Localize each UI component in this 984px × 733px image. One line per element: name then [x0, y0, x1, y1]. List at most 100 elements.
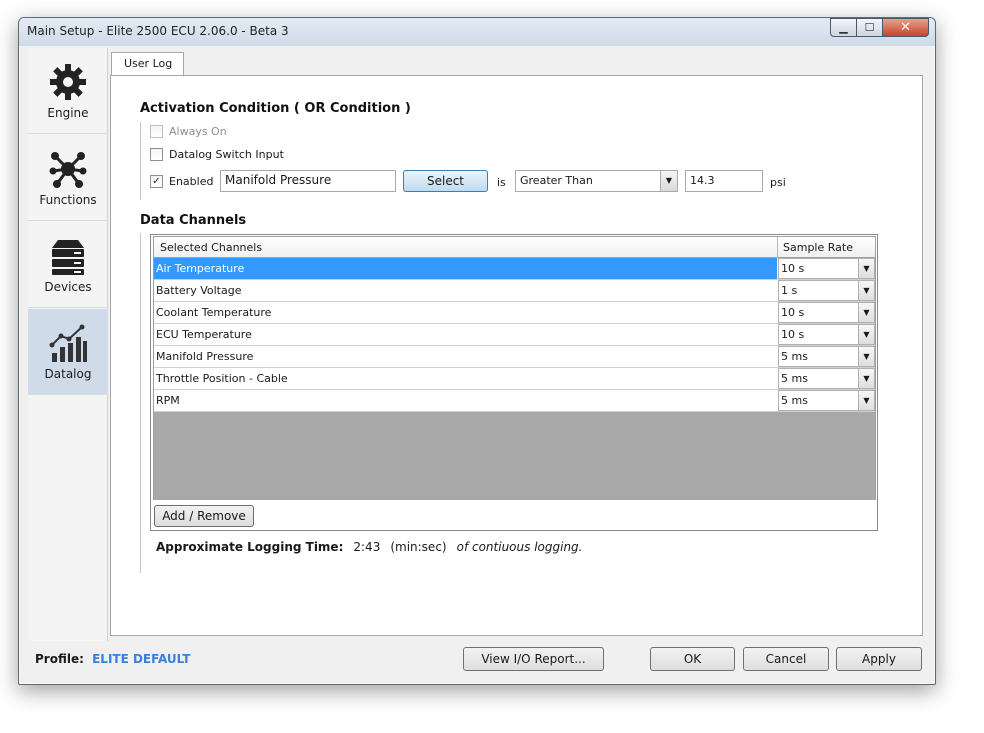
sample-rate-value: 10 s — [781, 262, 805, 275]
apply-button[interactable]: Apply — [836, 647, 922, 671]
sample-rate-value: 5 ms — [781, 394, 808, 407]
channel-name: Coolant Temperature — [156, 306, 272, 319]
channel-name: Throttle Position - Cable — [156, 372, 288, 385]
sidebar-item-label: Datalog — [44, 367, 92, 381]
channel-name: RPM — [156, 394, 180, 407]
unit-label: psi — [770, 176, 786, 189]
profile-label: Profile: — [35, 652, 84, 666]
sample-rate-select[interactable]: 10 s ▼ — [778, 258, 875, 279]
sample-rate-select[interactable]: 5 ms ▼ — [778, 390, 875, 411]
always-on-checkbox[interactable] — [150, 125, 163, 138]
sample-rate-select[interactable]: 1 s ▼ — [778, 280, 875, 301]
data-channels-title: Data Channels — [140, 213, 247, 228]
window-controls: ▁ ☐ ✕ — [830, 18, 929, 37]
sample-rate-value: 10 s — [781, 306, 805, 319]
logging-time-label: Approximate Logging Time: — [156, 540, 344, 554]
threshold-field[interactable]: 14.3 — [685, 170, 763, 192]
tab-user-log[interactable]: User Log — [111, 52, 184, 76]
sample-rate-value: 10 s — [781, 328, 805, 341]
switch-input-row: Datalog Switch Input — [150, 148, 284, 161]
chevron-down-icon: ▼ — [858, 347, 874, 366]
table-row[interactable]: Throttle Position - Cable 5 ms ▼ — [154, 368, 875, 390]
activation-title: Activation Condition ( OR Condition ) — [140, 101, 411, 116]
sample-rate-value: 1 s — [781, 284, 798, 297]
always-on-label: Always On — [169, 125, 227, 138]
logging-time-value: 2:43 — [353, 540, 381, 554]
ok-button[interactable]: OK — [650, 647, 735, 671]
enabled-label: Enabled — [169, 175, 214, 188]
switch-input-checkbox[interactable] — [150, 148, 163, 161]
channel-name: ECU Temperature — [156, 328, 252, 341]
always-on-row: Always On — [150, 125, 227, 138]
title-bar[interactable]: Main Setup - Elite 2500 ECU 2.06.0 - Bet… — [19, 18, 935, 46]
minimize-icon: ▁ — [839, 21, 848, 34]
main-setup-window: Main Setup - Elite 2500 ECU 2.06.0 - Bet… — [18, 17, 936, 685]
enabled-checkbox[interactable]: ✓ — [150, 175, 163, 188]
channel-name: Battery Voltage — [156, 284, 242, 297]
sidebar-item-label: Functions — [39, 193, 97, 207]
network-icon — [49, 152, 87, 188]
view-io-report-button[interactable]: View I/O Report... — [463, 647, 604, 671]
sidebar-item-label: Engine — [47, 106, 89, 120]
profile: Profile: ELITE DEFAULT — [35, 652, 190, 666]
table-row[interactable]: Air Temperature 10 s ▼ — [154, 258, 875, 280]
channel-name: Manifold Pressure — [156, 350, 254, 363]
chevron-down-icon: ▼ — [858, 369, 874, 388]
sample-rate-select[interactable]: 10 s ▼ — [778, 302, 875, 323]
close-button[interactable]: ✕ — [883, 18, 929, 37]
chevron-down-icon: ▼ — [858, 303, 874, 322]
channel-field[interactable]: Manifold Pressure — [220, 170, 396, 192]
column-header-channels[interactable]: Selected Channels — [160, 241, 262, 254]
table-row[interactable]: Battery Voltage 1 s ▼ — [154, 280, 875, 302]
sidebar-item-devices[interactable]: Devices — [28, 222, 108, 308]
column-separator[interactable] — [777, 237, 778, 258]
maximize-icon: ☐ — [864, 21, 875, 34]
is-label: is — [497, 176, 506, 189]
sidebar-item-functions[interactable]: Functions — [28, 135, 108, 221]
chevron-down-icon: ▼ — [858, 325, 874, 344]
switch-input-label: Datalog Switch Input — [169, 148, 284, 161]
enabled-row: ✓ Enabled — [150, 175, 213, 188]
table-row[interactable]: Manifold Pressure 5 ms ▼ — [154, 346, 875, 368]
logging-time-note: of contiuous logging. — [456, 540, 583, 554]
chevron-down-icon: ▼ — [858, 259, 874, 278]
minimize-button[interactable]: ▁ — [830, 18, 857, 37]
sample-rate-value: 5 ms — [781, 350, 808, 363]
operator-select[interactable]: Greater Than ▼ — [515, 170, 678, 192]
add-remove-button[interactable]: Add / Remove — [154, 505, 254, 527]
sidebar: Engine Functions Devices Datalog — [28, 48, 108, 641]
cancel-button[interactable]: Cancel — [743, 647, 829, 671]
table-row[interactable]: ECU Temperature 10 s ▼ — [154, 324, 875, 346]
select-channel-button[interactable]: Select — [403, 170, 488, 192]
data-channels-divider — [140, 233, 141, 573]
activation-divider — [140, 122, 141, 200]
table-header: Selected Channels Sample Rate — [154, 237, 875, 258]
maximize-button[interactable]: ☐ — [857, 18, 883, 37]
window-title: Main Setup - Elite 2500 ECU 2.06.0 - Bet… — [27, 24, 289, 38]
sample-rate-select[interactable]: 10 s ▼ — [778, 324, 875, 345]
channel-name: Air Temperature — [154, 258, 777, 279]
operator-value: Greater Than — [520, 174, 593, 187]
gear-icon — [50, 64, 86, 100]
logging-time: Approximate Logging Time: 2:43 (min:sec)… — [156, 540, 582, 554]
column-header-rate[interactable]: Sample Rate — [783, 241, 853, 254]
sample-rate-value: 5 ms — [781, 372, 808, 385]
table-row[interactable]: RPM 5 ms ▼ — [154, 390, 875, 412]
sidebar-item-datalog[interactable]: Datalog — [28, 309, 108, 395]
channels-table: Selected Channels Sample Rate Air Temper… — [153, 236, 876, 500]
chevron-down-icon: ▼ — [858, 391, 874, 410]
profile-value[interactable]: ELITE DEFAULT — [92, 652, 190, 666]
chevron-down-icon: ▼ — [660, 171, 677, 191]
chevron-down-icon: ▼ — [858, 281, 874, 300]
table-row[interactable]: Coolant Temperature 10 s ▼ — [154, 302, 875, 324]
sidebar-item-engine[interactable]: Engine — [28, 48, 108, 134]
sample-rate-select[interactable]: 5 ms ▼ — [778, 368, 875, 389]
sidebar-item-label: Devices — [44, 280, 92, 294]
table-rows: Air Temperature 10 s ▼ Battery Voltage 1 … — [154, 258, 875, 412]
chart-icon — [49, 324, 87, 362]
logging-time-unit: (min:sec) — [390, 540, 447, 554]
close-icon: ✕ — [900, 20, 911, 35]
data-channels-grid: Selected Channels Sample Rate Air Temper… — [150, 234, 878, 531]
sample-rate-select[interactable]: 5 ms ▼ — [778, 346, 875, 367]
server-stack-icon — [52, 240, 84, 275]
